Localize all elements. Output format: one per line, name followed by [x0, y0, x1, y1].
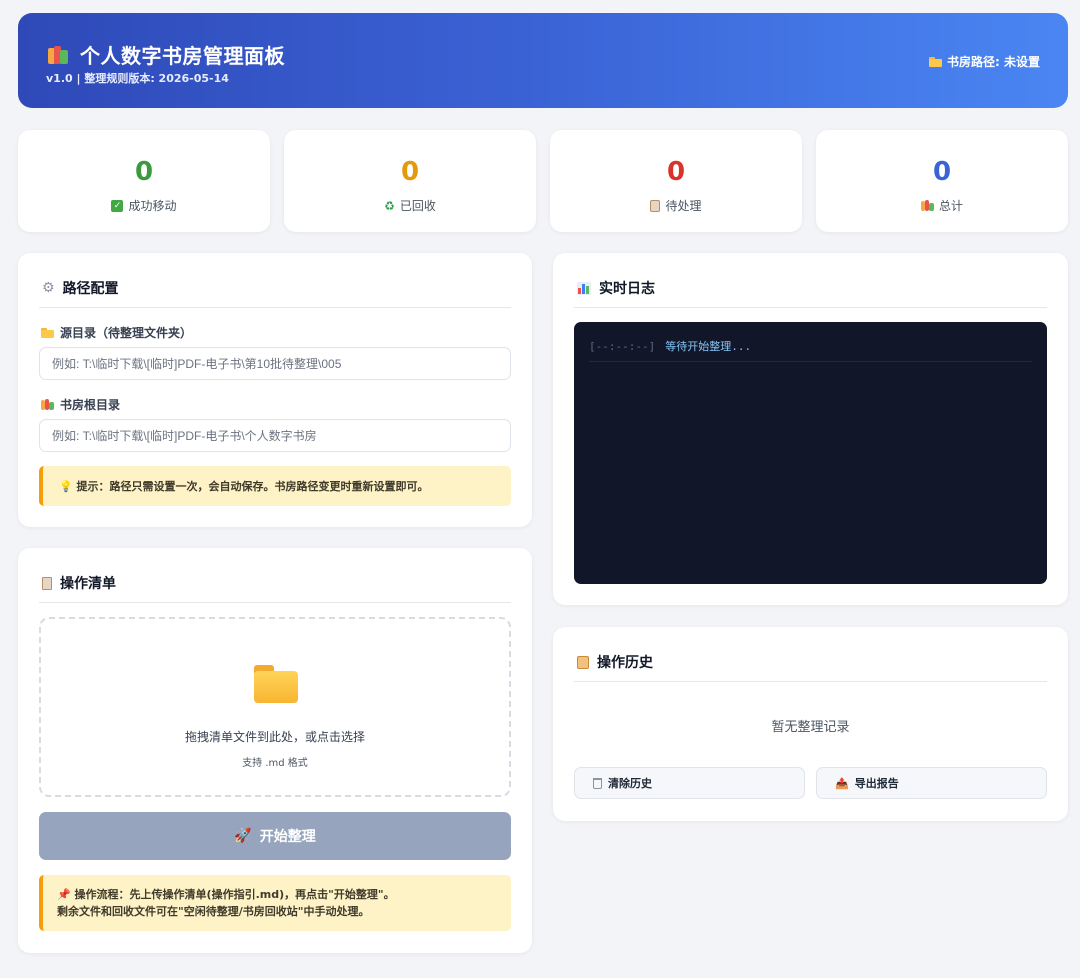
rocket-icon: 🚀: [234, 828, 252, 844]
file-dropzone[interactable]: 拖拽清单文件到此处，或点击选择 支持 .md 格式: [39, 617, 511, 797]
stat-card-recycled: 0 ♻ 已回收: [284, 130, 536, 232]
start-organize-label: 开始整理: [259, 829, 316, 845]
flow-tip-line2: 剩余文件和回收文件可在"空闲待整理/书房回收站"中手动处理。: [57, 905, 370, 918]
stat-label: 待处理: [665, 199, 702, 213]
clear-history-button[interactable]: 清除历史: [574, 767, 805, 799]
path-tip-text: 提示：路径只需设置一次，会自动保存。书房路径变更时重新设置即可。: [76, 480, 429, 493]
start-organize-button[interactable]: 🚀 开始整理: [39, 812, 511, 860]
stat-label-row: ✓ 成功移动: [18, 197, 270, 214]
history-title: 操作历史: [597, 655, 653, 671]
divider: [39, 602, 511, 603]
stat-value: 0: [932, 157, 952, 187]
library-path-label: 书房路径: 未设置: [947, 55, 1040, 69]
export-report-label: 导出报告: [854, 777, 899, 790]
library-root-label-row: 书房根目录: [41, 396, 120, 413]
path-config-title: 路径配置: [62, 281, 119, 297]
stat-label: 成功移动: [128, 199, 177, 213]
stat-label-row: 总计: [816, 197, 1068, 214]
log-message: 等待开始整理...: [665, 340, 752, 353]
stat-card-pending: 0 待处理: [550, 130, 802, 232]
realtime-log-title: 实时日志: [599, 281, 655, 297]
card-title: ⚙ 路径配置: [42, 278, 119, 298]
books-icon: [48, 45, 70, 64]
page-title: 个人数字书房管理面板: [80, 44, 285, 68]
history-card: 操作历史 暂无整理记录 清除历史 📤 导出报告: [553, 627, 1068, 821]
divider: [574, 307, 1047, 308]
source-dir-input[interactable]: [39, 347, 511, 380]
check-box-icon: ✓: [111, 199, 124, 212]
operation-list-card: 操作清单 拖拽清单文件到此处，或点击选择 支持 .md 格式 🚀 开始整理 📌 …: [18, 548, 532, 953]
folder-icon: [254, 665, 298, 703]
flow-tip-line1: 操作流程：先上传操作清单(操作指引.md)，再点击"开始整理"。: [74, 888, 395, 901]
flow-tip: 📌 操作流程：先上传操作清单(操作指引.md)，再点击"开始整理"。 剩余文件和…: [39, 875, 511, 931]
gear-icon: ⚙: [42, 280, 55, 296]
books-icon: [920, 200, 934, 211]
stat-label: 总计: [938, 199, 963, 213]
library-root-input[interactable]: [39, 419, 511, 452]
source-dir-label: 源目录（待整理文件夹）: [60, 326, 193, 340]
stat-value: 0: [134, 157, 154, 187]
source-dir-label-row: 源目录（待整理文件夹）: [41, 324, 192, 341]
lightbulb-icon: 💡: [59, 480, 73, 493]
bar-chart-icon: [577, 281, 591, 295]
pin-icon: 📌: [57, 888, 71, 901]
path-tip: 💡 提示：路径只需设置一次，会自动保存。书房路径变更时重新设置即可。: [39, 466, 511, 506]
stat-label-row: ♻ 已回收: [284, 197, 536, 214]
card-title: 操作清单: [42, 573, 116, 593]
dropzone-text: 拖拽清单文件到此处，或点击选择: [184, 730, 365, 744]
export-report-button[interactable]: 📤 导出报告: [816, 767, 1047, 799]
clipboard-icon: [650, 199, 661, 212]
library-root-label: 书房根目录: [60, 398, 121, 412]
app-header: 个人数字书房管理面板 v1.0 | 整理规则版本: 2026-05-14 书房路…: [18, 13, 1068, 108]
recycle-icon: ♻: [384, 198, 395, 213]
divider: [574, 681, 1047, 682]
operation-list-title: 操作清单: [60, 576, 116, 592]
outbox-icon: 📤: [835, 776, 849, 790]
stat-card-total: 0 总计: [816, 130, 1068, 232]
folder-icon: [929, 56, 943, 67]
dropzone-format-hint: 支持 .md 格式: [242, 758, 308, 769]
stat-card-moved: 0 ✓ 成功移动: [18, 130, 270, 232]
scroll-icon: [577, 655, 589, 669]
trash-icon: [593, 777, 602, 789]
library-path-status: 书房路径: 未设置: [929, 53, 1040, 70]
books-icon: [41, 399, 54, 410]
title-row: 个人数字书房管理面板: [48, 40, 285, 69]
clear-history-label: 清除历史: [608, 777, 652, 790]
realtime-log-card: 实时日志 [--:--:--] 等待开始整理...: [553, 253, 1068, 605]
version-subtitle: v1.0 | 整理规则版本: 2026-05-14: [46, 72, 229, 85]
log-console[interactable]: [--:--:--] 等待开始整理...: [574, 322, 1047, 584]
clipboard-icon: [42, 576, 52, 590]
folder-icon: [41, 327, 54, 338]
divider: [39, 307, 511, 308]
card-title: 实时日志: [577, 278, 655, 298]
path-config-card: ⚙ 路径配置 源目录（待整理文件夹） 书房根目录 💡 提示：路径只需设置一次，会…: [18, 253, 532, 527]
stat-label: 已回收: [399, 199, 436, 213]
stat-label-row: 待处理: [550, 197, 802, 214]
history-empty-text: 暂无整理记录: [771, 720, 850, 735]
stat-value: 0: [666, 157, 686, 187]
flow-tip-line1-row: 📌 操作流程：先上传操作清单(操作指引.md)，再点击"开始整理"。: [57, 886, 497, 903]
card-title: 操作历史: [577, 652, 653, 672]
stat-value: 0: [400, 157, 420, 187]
log-timestamp: [--:--:--]: [589, 340, 656, 353]
log-line: [--:--:--] 等待开始整理...: [589, 338, 1032, 362]
